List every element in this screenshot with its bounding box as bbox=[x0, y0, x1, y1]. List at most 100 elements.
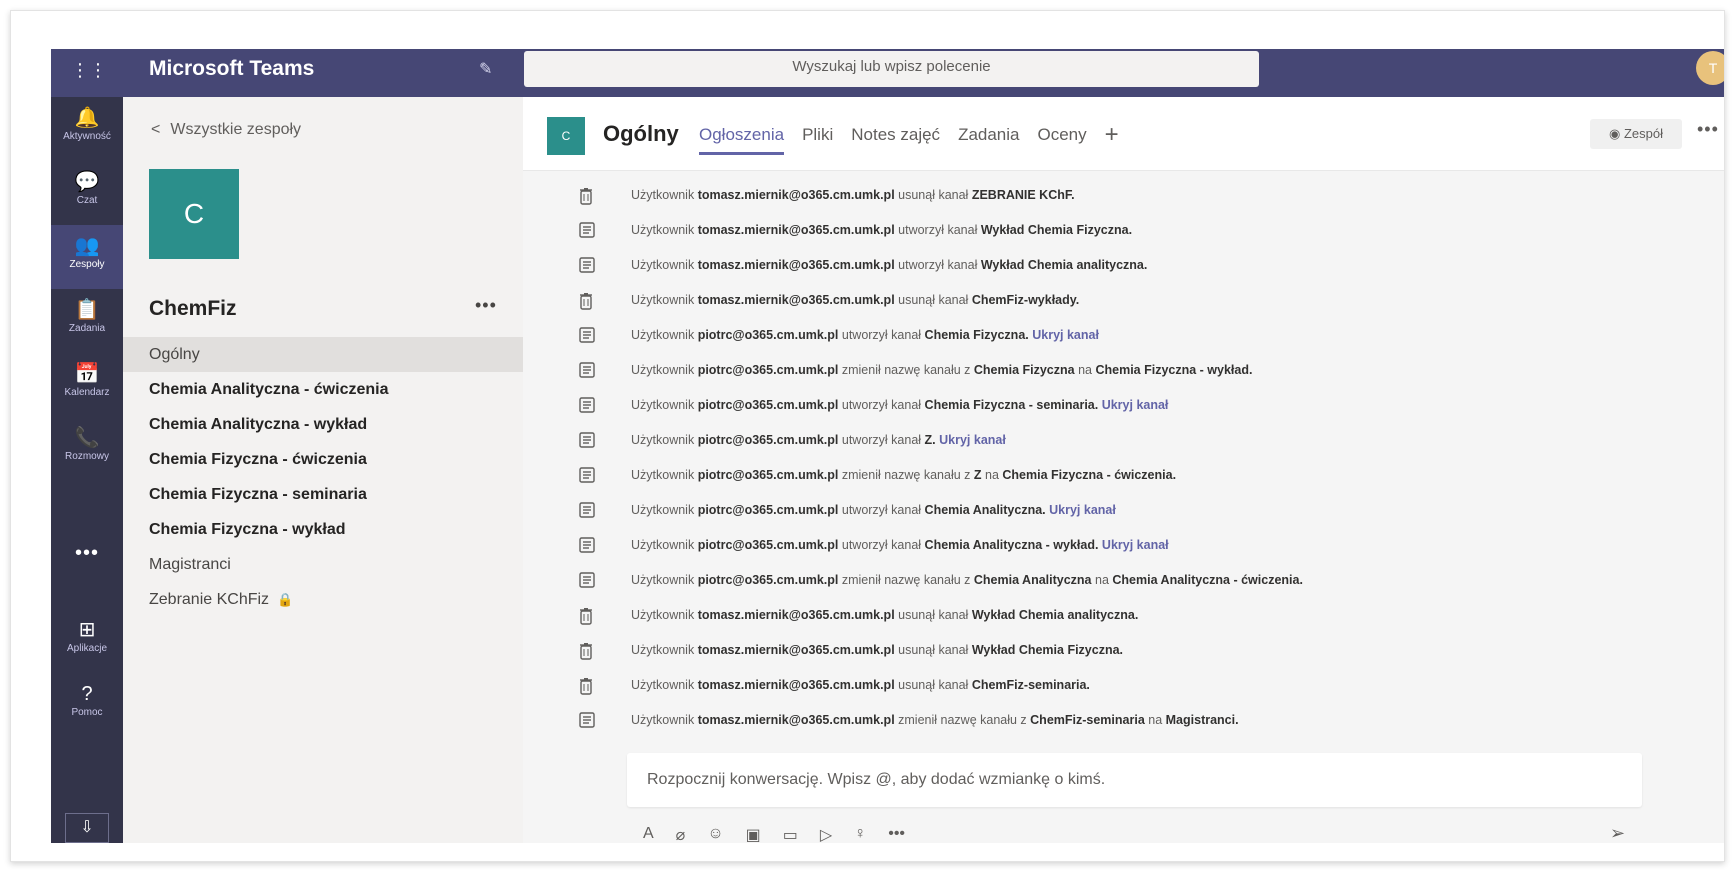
rail-item-calendar[interactable]: 📅 Kalendarz bbox=[51, 353, 123, 417]
feed-text: Użytkownik piotrc@o365.cm.umk.pl utworzy… bbox=[631, 503, 1116, 517]
feed-bold-text: tomasz.miernik@o365.cm.umk.pl bbox=[697, 608, 895, 622]
rail-item-chat[interactable]: 💬 Czat bbox=[51, 161, 123, 225]
feed-plain-text: utworzył kanał bbox=[838, 538, 925, 552]
feed-text: Użytkownik tomasz.miernik@o365.cm.umk.pl… bbox=[631, 258, 1147, 272]
feed-bold-text: piotrc@o365.cm.umk.pl bbox=[697, 573, 839, 587]
rail-item-phone[interactable]: 📞 Rozmowy bbox=[51, 417, 123, 481]
attach-icon[interactable]: ⌀ bbox=[676, 825, 686, 845]
feed-plain-text: na bbox=[1144, 713, 1166, 727]
tab-4[interactable]: Oceny bbox=[1038, 125, 1087, 155]
feed-plain-text: utworzył kanał bbox=[894, 223, 981, 237]
add-tab-icon[interactable]: + bbox=[1105, 123, 1119, 155]
trash-icon bbox=[579, 677, 595, 695]
all-teams-link[interactable]: < Wszystkie zespoły bbox=[151, 121, 301, 139]
channel-icon bbox=[579, 572, 595, 590]
trash-icon bbox=[579, 642, 595, 660]
feed-plain-text: Użytkownik bbox=[631, 293, 698, 307]
channel-item[interactable]: Chemia Fizyczna - wykład bbox=[123, 512, 523, 547]
hide-channel-link[interactable]: Ukryj kanał bbox=[1102, 398, 1169, 412]
feed-plain-text: Użytkownik bbox=[631, 538, 698, 552]
chat-icon: 💬 bbox=[74, 171, 100, 193]
feed-plain-text: Użytkownik bbox=[631, 188, 698, 202]
feed-plain-text: zmienił nazwę kanału z bbox=[838, 468, 974, 482]
feed-plain-text: na bbox=[1091, 573, 1113, 587]
hide-channel-link[interactable]: Ukryj kanał bbox=[1102, 538, 1169, 552]
feed-plain-text: usunął kanał bbox=[894, 678, 972, 692]
feed-bold-text: tomasz.miernik@o365.cm.umk.pl bbox=[697, 258, 895, 272]
feed-item: Użytkownik piotrc@o365.cm.umk.pl zmienił… bbox=[523, 564, 1724, 599]
team-more-options-icon[interactable]: ••• bbox=[475, 295, 497, 316]
feed-bold-text: ChemFiz-seminaria. bbox=[971, 678, 1090, 692]
feed-bold-text: Chemia Analityczna. bbox=[924, 503, 1050, 517]
channel-label: Chemia Analityczna - wykład bbox=[149, 416, 368, 433]
more-apps-icon[interactable]: ••• bbox=[51, 542, 123, 565]
feed-plain-text: zmienił nazwę kanału z bbox=[838, 363, 974, 377]
feed-plain-text: zmienił nazwę kanału z bbox=[838, 573, 974, 587]
channel-item[interactable]: Chemia Fizyczna - ćwiczenia bbox=[123, 442, 523, 477]
channel-item[interactable]: Magistranci bbox=[123, 547, 523, 582]
app-launcher-icon[interactable]: ⋮⋮ bbox=[71, 59, 107, 81]
team-button[interactable]: ◉ Zespół bbox=[1590, 119, 1682, 149]
user-avatar[interactable]: T bbox=[1696, 51, 1724, 85]
bell-icon: 🔔 bbox=[74, 107, 100, 129]
more-compose-icon[interactable]: ••• bbox=[888, 825, 905, 845]
meet-icon[interactable]: ▷ bbox=[820, 825, 832, 845]
feed-bold-text: tomasz.miernik@o365.cm.umk.pl bbox=[697, 188, 895, 202]
team-panel: < Wszystkie zespoły C ChemFiz ••• Ogólny C… bbox=[123, 97, 523, 843]
emoji-icon[interactable]: ☺ bbox=[707, 825, 723, 845]
hide-channel-link[interactable]: Ukryj kanał bbox=[1049, 503, 1116, 517]
feed-item: Użytkownik piotrc@o365.cm.umk.pl utworzy… bbox=[523, 494, 1724, 529]
feed-plain-text: Użytkownik bbox=[631, 573, 698, 587]
tab-3[interactable]: Zadania bbox=[958, 125, 1019, 155]
format-icon[interactable]: A bbox=[643, 825, 654, 845]
tab-1[interactable]: Pliki bbox=[802, 125, 833, 155]
feed-text: Użytkownik piotrc@o365.cm.umk.pl utworzy… bbox=[631, 398, 1168, 412]
channel-label: Chemia Fizyczna - seminaria bbox=[149, 486, 367, 503]
feed-item: Użytkownik piotrc@o365.cm.umk.pl utworzy… bbox=[523, 389, 1724, 424]
feed-bold-text: tomasz.miernik@o365.cm.umk.pl bbox=[697, 678, 895, 692]
channel-item[interactable]: Chemia Analityczna - ćwiczenia bbox=[123, 372, 523, 407]
send-icon[interactable]: ➢ bbox=[1610, 823, 1625, 844]
rail-item-assignments[interactable]: 📋 Zadania bbox=[51, 289, 123, 353]
channel-item[interactable]: Chemia Analityczna - wykład bbox=[123, 407, 523, 442]
feed-bold-text: piotrc@o365.cm.umk.pl bbox=[697, 468, 839, 482]
rail-item-apps[interactable]: ⊞ Aplikacje bbox=[51, 609, 123, 673]
channel-item[interactable]: Chemia Fizyczna - seminaria bbox=[123, 477, 523, 512]
feed-text: Użytkownik piotrc@o365.cm.umk.pl zmienił… bbox=[631, 573, 1303, 587]
gif-icon[interactable]: ▣ bbox=[746, 825, 761, 845]
search-input[interactable]: Wyszukaj lub wpisz polecenie bbox=[524, 51, 1259, 87]
feed-plain-text: Użytkownik bbox=[631, 678, 698, 692]
praise-icon[interactable]: ♀ bbox=[854, 825, 866, 845]
rail-item-label: Zespoły bbox=[69, 259, 105, 270]
channel-main: C Ogólny Ogłoszenia Pliki Notes zajęć Zadan… bbox=[523, 97, 1724, 845]
rail-item-teams[interactable]: 👥 Zespoły bbox=[51, 225, 123, 289]
hide-channel-link[interactable]: Ukryj kanał bbox=[939, 433, 1006, 447]
rail-item-help[interactable]: ? Pomoc bbox=[51, 673, 123, 737]
sticker-icon[interactable]: ▭ bbox=[783, 825, 798, 845]
trash-icon bbox=[579, 187, 595, 205]
feed-bold-text: Z. bbox=[924, 433, 940, 447]
channel-item[interactable]: Ogólny bbox=[123, 337, 523, 372]
feed-bold-text: tomasz.miernik@o365.cm.umk.pl bbox=[697, 713, 895, 727]
feed-text: Użytkownik piotrc@o365.cm.umk.pl utworzy… bbox=[631, 433, 1006, 447]
feed-item: Użytkownik tomasz.miernik@o365.cm.umk.pl… bbox=[523, 704, 1724, 739]
tab-0[interactable]: Ogłoszenia bbox=[699, 125, 785, 155]
rail-item-label: Kalendarz bbox=[64, 387, 110, 398]
channel-item[interactable]: Zebranie KChFiz 🔒 bbox=[123, 582, 523, 617]
feed-bold-text: ChemFiz-seminaria bbox=[1030, 713, 1145, 727]
feed-bold-text: Chemia Fizyczna - ćwiczenia. bbox=[1002, 468, 1177, 482]
feed-bold-text: piotrc@o365.cm.umk.pl bbox=[697, 398, 839, 412]
hide-channel-link[interactable]: Ukryj kanał bbox=[1032, 328, 1099, 342]
compose-box[interactable]: Rozpocznij konwersację. Wpisz @, aby dod… bbox=[627, 753, 1642, 807]
app-rail: ••• 🔔 Aktywność 💬 Czat 👥 Zespoły 📋 Zadania 📅 Kale… bbox=[51, 97, 123, 843]
new-chat-icon[interactable]: ✎ bbox=[479, 59, 499, 79]
rail-item-bell[interactable]: 🔔 Aktywność bbox=[51, 97, 123, 161]
feed-plain-text: Użytkownik bbox=[631, 328, 698, 342]
feed-text: Użytkownik tomasz.miernik@o365.cm.umk.pl… bbox=[631, 713, 1239, 727]
tab-2[interactable]: Notes zajęć bbox=[851, 125, 940, 155]
download-icon[interactable]: ⇩ bbox=[65, 813, 109, 843]
rail-item-label: Aplikacje bbox=[66, 643, 108, 654]
header-more-options-icon[interactable]: ••• bbox=[1697, 119, 1719, 140]
feed-bold-text: piotrc@o365.cm.umk.pl bbox=[697, 503, 839, 517]
compose-placeholder: Rozpocznij konwersację. Wpisz @, aby dod… bbox=[647, 771, 1106, 788]
